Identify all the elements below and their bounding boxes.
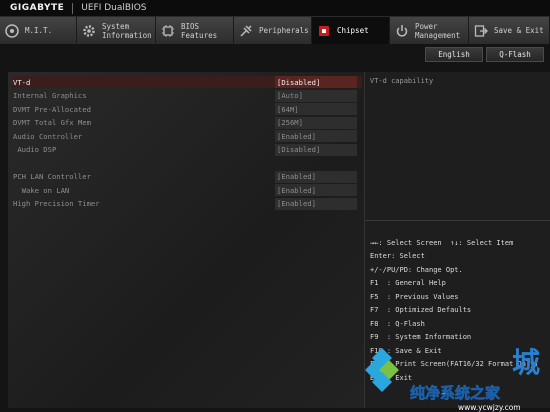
brand-logo: GIGABYTE <box>10 3 65 13</box>
setting-row-dvmt-total-gfx-mem[interactable]: DVMT Total Gfx Mem [256M] <box>12 116 362 129</box>
tab-label: Chipset <box>337 26 369 35</box>
tab-label: Save & Exit <box>494 26 544 35</box>
tab-label: BIOS Features <box>181 21 218 40</box>
key-hint: →←: Select Screen ↑↓: Select Item <box>370 238 514 247</box>
chip-icon <box>160 23 176 39</box>
language-button[interactable]: English <box>425 47 483 62</box>
setting-label: Wake on LAN <box>13 185 70 195</box>
setting-row-high-precision-timer[interactable]: High Precision Timer [Enabled] <box>12 197 362 210</box>
tab-save-exit[interactable]: Save & Exit <box>469 17 550 44</box>
key-hint: F9 : System Information <box>370 333 472 342</box>
setting-value[interactable]: [Disabled] <box>275 143 357 156</box>
help-description: VT-d capability <box>370 77 434 85</box>
tab-chipset[interactable]: Chipset <box>312 17 390 44</box>
setting-value[interactable]: [64M] <box>275 103 357 115</box>
key-hint: Enter: Select <box>370 252 425 261</box>
setting-value[interactable]: [Enabled] <box>275 170 357 183</box>
key-hint: F7 : Optimized Defaults <box>370 306 472 315</box>
tab-label: Power Management <box>415 21 461 40</box>
watermark-brand-char: 城 <box>512 346 540 379</box>
setting-label: PCH LAN Controller <box>13 172 91 181</box>
tab-mit[interactable]: M.I.T. <box>0 17 77 44</box>
setting-label: DVMT Total Gfx Mem <box>13 118 91 127</box>
setting-label: High Precision Timer <box>13 199 100 208</box>
setting-label: DVMT Pre-Allocated <box>13 104 91 114</box>
watermark-text: 纯净系统之家 <box>410 384 500 402</box>
tab-label: System Information <box>102 21 152 40</box>
tab-bios-features[interactable]: BIOS Features <box>156 17 234 44</box>
chipset-icon <box>316 23 332 39</box>
tab-label: M.I.T. <box>25 26 53 35</box>
setting-label: Audio Controller <box>13 131 83 141</box>
watermark: 城 纯净系统之家 www.ycwjzy.com <box>365 346 540 412</box>
title-bar: GIGABYTE UEFI DualBIOS <box>0 0 550 17</box>
power-icon <box>394 23 410 39</box>
watermark-url: www.ycwjzy.com <box>458 403 521 412</box>
setting-row-audio-dsp[interactable]: Audio DSP [Disabled] <box>12 143 362 156</box>
setting-label: Audio DSP <box>13 145 57 154</box>
settings-panel: VT-d [Disabled] Internal Graphics [Auto]… <box>8 72 364 408</box>
setting-row-vtd[interactable]: VT-d [Disabled] <box>12 76 362 88</box>
setting-value[interactable]: [Enabled] <box>275 130 357 142</box>
setting-row-dvmt-pre-allocated[interactable]: DVMT Pre-Allocated [64M] <box>12 103 362 115</box>
setting-value[interactable]: [Disabled] <box>275 76 357 88</box>
exit-icon <box>473 23 489 39</box>
tab-system-information[interactable]: System Information <box>77 17 156 44</box>
help-description-box: VT-d capability <box>365 72 550 221</box>
setting-label: Internal Graphics <box>13 91 87 100</box>
menu-tabs: M.I.T. System Information BIOS Features … <box>0 17 550 44</box>
setting-label: VT-d <box>13 77 31 87</box>
tab-power-management[interactable]: Power Management <box>390 17 469 44</box>
tab-label: Peripherals <box>259 26 309 35</box>
key-hint: F5 : Previous Values <box>370 292 459 301</box>
tab-peripherals[interactable]: Peripherals <box>234 17 312 44</box>
gauge-icon <box>4 23 20 39</box>
bios-name: UEFI DualBIOS <box>81 3 147 13</box>
setting-value[interactable]: [Auto] <box>275 89 357 102</box>
watermark-logo-icon <box>365 348 399 392</box>
qflash-button[interactable]: Q-Flash <box>486 47 544 62</box>
setting-row-internal-graphics[interactable]: Internal Graphics [Auto] <box>12 89 362 102</box>
setting-value[interactable]: [Enabled] <box>275 197 357 210</box>
plug-icon <box>238 23 254 39</box>
key-hint: F1 : General Help <box>370 279 446 288</box>
setting-row-audio-controller[interactable]: Audio Controller [Enabled] <box>12 130 362 142</box>
title-divider <box>72 2 74 14</box>
key-hint: +/-/PU/PD: Change Opt. <box>370 265 463 274</box>
setting-row-wake-on-lan[interactable]: Wake on LAN [Enabled] <box>12 184 362 196</box>
setting-row-pch-lan-controller[interactable]: PCH LAN Controller [Enabled] <box>12 170 362 183</box>
key-hint: F8 : Q-Flash <box>370 319 425 328</box>
setting-value[interactable]: [Enabled] <box>275 184 357 196</box>
setting-value[interactable]: [256M] <box>275 116 357 129</box>
gear-icon <box>81 23 97 39</box>
